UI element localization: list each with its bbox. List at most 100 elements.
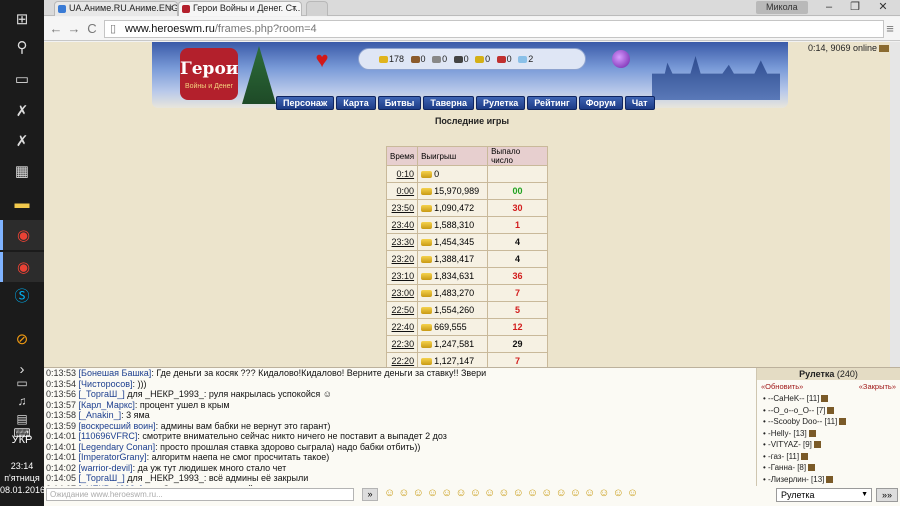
tray-app-icon[interactable]: ⊘: [0, 324, 44, 354]
game-time-link[interactable]: 23:00: [385, 284, 419, 302]
chat-nick[interactable]: [warrior-devil]: [79, 463, 133, 473]
page-scrollbar[interactable]: [890, 42, 900, 367]
refresh-link[interactable]: «Обновить»: [761, 382, 803, 391]
chat-nick[interactable]: [Чистоpосов]: [79, 379, 133, 389]
game-time-link[interactable]: 0:00: [385, 182, 419, 200]
forward-button[interactable]: →: [66, 21, 82, 37]
chat-nick[interactable]: [Карл_Маркс]: [79, 400, 135, 410]
close-link[interactable]: «Закрыть»: [859, 382, 896, 391]
chat-nick[interactable]: [_ТоргаШ_]: [79, 473, 125, 483]
menu-tavern[interactable]: Таверна: [423, 96, 474, 110]
game-time-link[interactable]: 22:20: [385, 352, 419, 367]
menu-character[interactable]: Персонаж: [276, 96, 335, 110]
chrome-icon[interactable]: ◉: [0, 220, 44, 250]
back-button[interactable]: ←: [48, 21, 64, 37]
chat-nick[interactable]: [_НЕКР_1993_]: [79, 484, 143, 487]
smiley-bar[interactable]: ☺ ☺ ☺ ☺ ☺ ☺ ☺ ☺ ☺ ☺ ☺ ☺ ☺ ☺ ☺ ☺ ☺ ☺: [384, 487, 638, 499]
search-icon[interactable]: ⚲: [0, 32, 44, 62]
game-time-link[interactable]: 22:50: [385, 301, 419, 319]
close-tab-icon[interactable]: ×: [292, 2, 297, 15]
game-win-cell: 1,588,310: [417, 216, 489, 234]
user-list-item[interactable]: • --Scooby Doo-- [11]: [757, 416, 900, 428]
clock[interactable]: 23:14 п'ятниця 08.01.2016: [0, 460, 45, 496]
table-row: 23:10 1,834,631 36: [385, 267, 548, 285]
chat-nick[interactable]: [ImperatorGrany]: [79, 452, 147, 462]
address-bar[interactable]: ▯ www.heroeswm.ru/frames.php?room=4: [104, 20, 884, 38]
user-list-item[interactable]: • -VITYAZ- [9]: [757, 439, 900, 451]
skype-icon[interactable]: Ⓢ: [0, 280, 44, 310]
resource-bar: 178 0 0 0 0 0 2: [358, 48, 586, 70]
user-list-item[interactable]: • --CaHeK-- [11]: [757, 393, 900, 405]
chat-nick[interactable]: [_ТоргаШ_]: [79, 389, 125, 399]
menu-rating[interactable]: Рейтинг: [527, 96, 577, 110]
tab-heroes[interactable]: Герои Войны и Денег. Ст... ×: [178, 1, 302, 16]
mana-potion-icon[interactable]: [612, 50, 630, 68]
chat-nick[interactable]: [_Anakin_]: [79, 410, 122, 420]
info-icon[interactable]: [801, 452, 809, 460]
menu-chat[interactable]: Чат: [624, 96, 655, 110]
info-icon[interactable]: [826, 475, 834, 483]
game-time-link[interactable]: 22:30: [385, 335, 419, 353]
game-time-link[interactable]: 22:40: [385, 318, 419, 336]
browser-menu-button[interactable]: ≡: [882, 21, 898, 37]
tools-app-icon-2[interactable]: ✗: [0, 126, 44, 156]
user-list-item[interactable]: • -Helly- [13]: [757, 428, 900, 440]
info-icon[interactable]: [808, 464, 816, 471]
store-icon[interactable]: ▦: [0, 156, 44, 186]
last-games-table: Время Выигрыш Выпало число 0:10 0 0:00 15,9…: [385, 146, 548, 367]
info-icon[interactable]: [827, 406, 835, 414]
minimize-button[interactable]: –: [816, 0, 842, 16]
table-row: 22:20 1,127,147 7: [385, 352, 548, 367]
game-time-link[interactable]: 23:30: [385, 233, 419, 251]
maximize-button[interactable]: ❐: [842, 0, 868, 16]
info-icon[interactable]: [813, 441, 821, 448]
browser-window: UA.Аниме.RU.Аниме.ENG... × Герои Войны и…: [44, 0, 900, 506]
windows-start-icon[interactable]: ⊞: [0, 4, 44, 34]
game-time-link[interactable]: 23:40: [385, 216, 419, 234]
file-explorer-icon[interactable]: ▬: [0, 188, 44, 218]
game-number-cell: [487, 165, 548, 183]
gold-icon: [421, 341, 433, 348]
room-go-button[interactable]: »»: [876, 488, 898, 502]
game-time-link[interactable]: 23:50: [385, 199, 419, 217]
user-list-item[interactable]: • -Лизерлин- [13]: [757, 474, 900, 486]
game-logo[interactable]: Герои Войны и Денег: [180, 48, 238, 100]
chat-nick[interactable]: [воскресший воин]: [79, 421, 156, 431]
user-badge[interactable]: Микола: [756, 1, 808, 14]
game-time-link[interactable]: 23:10: [385, 267, 419, 285]
menu-battles[interactable]: Битвы: [377, 96, 422, 110]
user-list-item[interactable]: • --O_o--o_O-- [7]: [757, 405, 900, 417]
ore-icon: [432, 56, 442, 63]
close-window-button[interactable]: ✕: [870, 0, 896, 16]
chat-nick[interactable]: [Бонешая Башка]: [79, 368, 152, 378]
gold-icon: [421, 222, 433, 229]
user-list-item[interactable]: • -Ганна- [8]: [757, 462, 900, 474]
chat-nick[interactable]: [110696VFRC]: [79, 431, 138, 441]
chat-input[interactable]: Ожидание www.heroeswm.ru...: [46, 488, 354, 501]
user-list-item[interactable]: • -газ- [11]: [757, 451, 900, 463]
new-tab-button[interactable]: [306, 1, 328, 16]
chrome-icon-2[interactable]: ◉: [0, 252, 44, 282]
tab-anime[interactable]: UA.Аниме.RU.Аниме.ENG... ×: [54, 1, 178, 16]
info-icon[interactable]: [808, 429, 816, 437]
info-icon[interactable]: [839, 418, 847, 425]
tools-app-icon[interactable]: ✗: [0, 96, 44, 126]
send-button[interactable]: »: [362, 488, 378, 501]
game-win-cell: 0: [417, 165, 489, 183]
menu-forum[interactable]: Форум: [578, 96, 623, 110]
game-time-link[interactable]: 23:20: [385, 250, 419, 268]
menu-roulette[interactable]: Рулетка: [475, 96, 526, 110]
task-view-icon[interactable]: ▭: [0, 64, 44, 94]
health-heart-icon[interactable]: ♥: [310, 48, 334, 72]
room-select[interactable]: Рулетка ▼: [776, 488, 872, 502]
chat-nick[interactable]: [Legendary Conan]: [79, 442, 156, 452]
resource-value: 2: [528, 54, 534, 64]
info-icon[interactable]: [821, 395, 829, 402]
reload-button[interactable]: C: [84, 21, 100, 37]
menu-map[interactable]: Карта: [336, 96, 376, 110]
chat-time: 0:14:07: [46, 484, 76, 487]
close-tab-icon[interactable]: ×: [168, 2, 173, 15]
gold-icon: [379, 56, 388, 63]
language-indicator[interactable]: УКР: [0, 434, 44, 446]
game-time-link[interactable]: 0:10: [385, 165, 419, 183]
